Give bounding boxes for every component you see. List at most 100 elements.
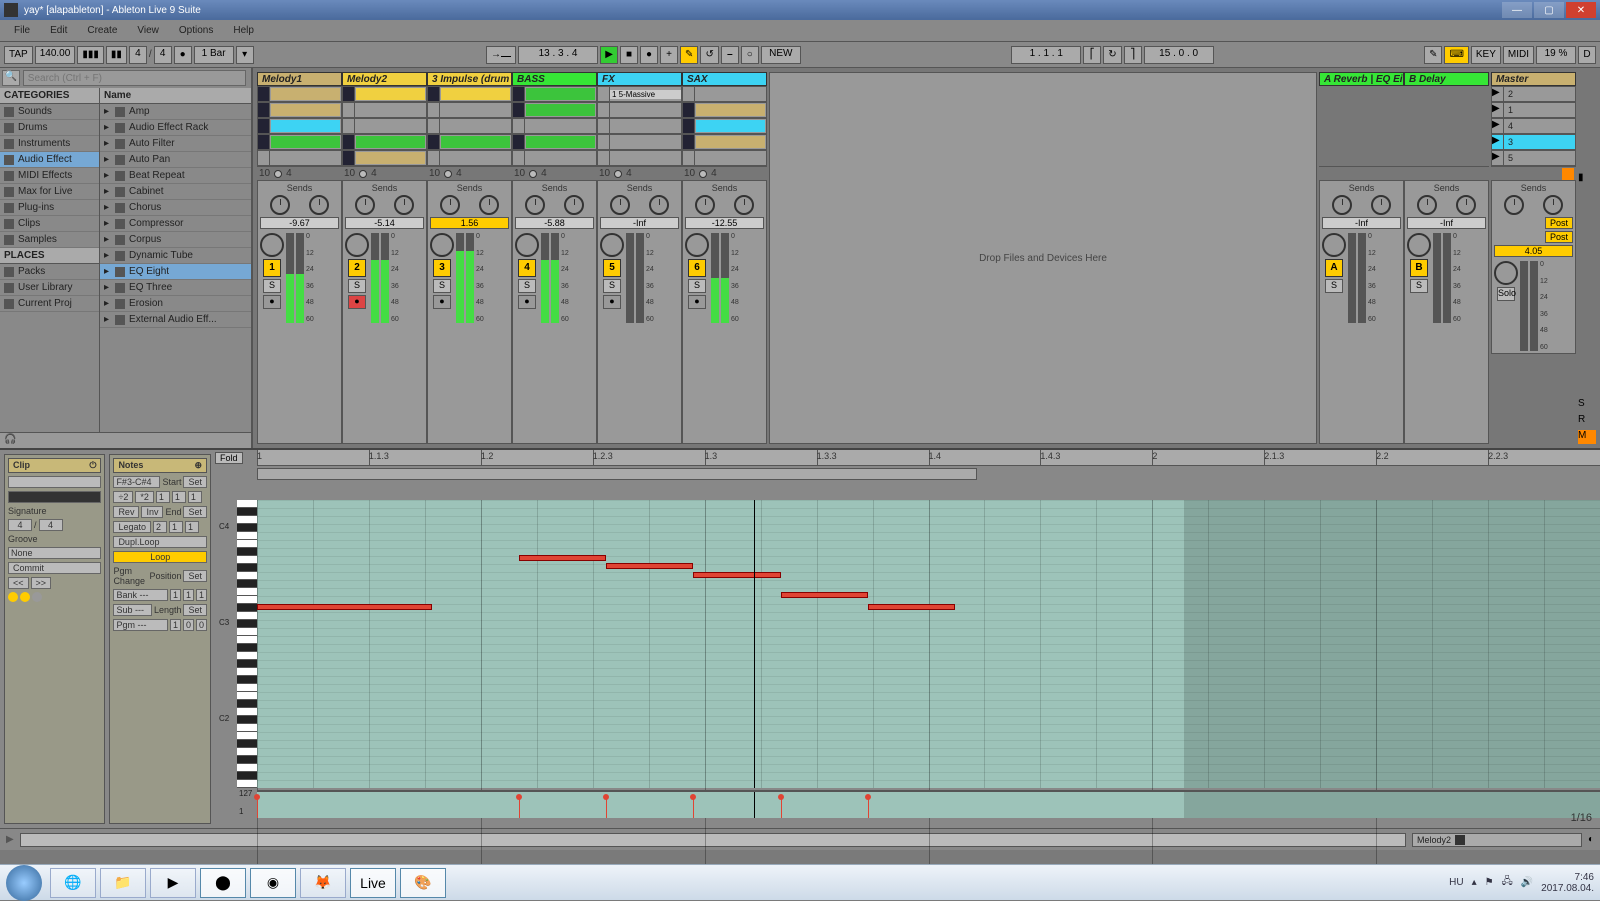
- clip-launch-icon[interactable]: [258, 151, 270, 165]
- track-activator[interactable]: A: [1325, 259, 1343, 277]
- velocity-lane[interactable]: [257, 790, 1600, 818]
- maximize-button[interactable]: ▢: [1534, 2, 1564, 18]
- nav-next-button[interactable]: >>: [31, 577, 52, 589]
- device-item[interactable]: ▸Audio Effect Rack: [100, 120, 251, 136]
- search-icon[interactable]: 🔍: [2, 70, 20, 86]
- clip-slot[interactable]: [512, 118, 597, 134]
- taskbar-steam-icon[interactable]: ◉: [250, 868, 296, 898]
- send-a-knob[interactable]: [355, 195, 375, 215]
- tray-network-icon[interactable]: 🖧: [1502, 874, 1513, 891]
- piano-keys[interactable]: C4C3C2: [237, 500, 257, 788]
- clip-overview[interactable]: Melody2: [1412, 833, 1582, 847]
- half-button[interactable]: ÷2: [113, 491, 133, 503]
- track-header[interactable]: 3 Impulse (drum: [427, 72, 512, 86]
- clip[interactable]: [271, 104, 340, 116]
- tempo-field[interactable]: 140.00: [35, 46, 76, 64]
- scene-launch-icon[interactable]: ▶: [1492, 87, 1504, 101]
- loop-brace[interactable]: [257, 468, 977, 480]
- legato-button[interactable]: Legato: [113, 521, 151, 533]
- notes-plus-icon[interactable]: ⊕: [194, 460, 202, 471]
- clip-slot[interactable]: [512, 134, 597, 150]
- nudge-up-icon[interactable]: ▮▮: [106, 46, 127, 64]
- io-bar[interactable]: 104: [682, 166, 767, 180]
- stop-all-icon[interactable]: [1562, 168, 1574, 180]
- volume-value[interactable]: -9.67: [260, 217, 339, 229]
- monitor-icon[interactable]: [274, 170, 282, 178]
- clip-launch-icon[interactable]: [683, 135, 695, 149]
- clip-launch-icon[interactable]: [343, 151, 355, 165]
- send-b-knob[interactable]: [1371, 195, 1391, 215]
- category-item[interactable]: Clips: [0, 216, 99, 232]
- post-button[interactable]: Post: [1545, 217, 1573, 229]
- arm-button[interactable]: ●: [603, 295, 621, 309]
- solo-button[interactable]: S: [1410, 279, 1428, 293]
- clip-launch-icon[interactable]: [513, 119, 525, 133]
- io-bar[interactable]: 104: [597, 166, 682, 180]
- clip-slot[interactable]: [682, 134, 767, 150]
- device-item[interactable]: ▸Erosion: [100, 296, 251, 312]
- send-b-knob[interactable]: [1456, 195, 1476, 215]
- taskbar-firefox-icon[interactable]: 🦊: [300, 868, 346, 898]
- arm-button[interactable]: ●: [433, 295, 451, 309]
- volume-value[interactable]: -Inf: [1322, 217, 1401, 229]
- track-activator[interactable]: 1: [263, 259, 281, 277]
- clip[interactable]: [441, 88, 510, 100]
- clip-slot[interactable]: [342, 150, 427, 166]
- midi-note[interactable]: [257, 604, 432, 610]
- invert-button[interactable]: Inv: [141, 506, 163, 518]
- menu-help[interactable]: Help: [223, 23, 264, 38]
- set-len-button[interactable]: Set: [183, 604, 207, 616]
- sig-den[interactable]: 4: [154, 46, 172, 64]
- len-bar[interactable]: 1: [170, 619, 181, 631]
- category-item[interactable]: Plug-ins: [0, 200, 99, 216]
- piano-key[interactable]: [237, 732, 257, 740]
- track-header[interactable]: BASS: [512, 72, 597, 86]
- note-grid[interactable]: [257, 500, 1600, 788]
- quantize-dropdown-icon[interactable]: ▾: [236, 46, 254, 64]
- metronome-icon[interactable]: ●: [174, 46, 192, 64]
- clip[interactable]: [356, 88, 425, 100]
- piano-key[interactable]: [237, 716, 257, 724]
- clip-launch-icon[interactable]: [343, 103, 355, 117]
- clip-slot[interactable]: [597, 118, 682, 134]
- clip-launch-icon[interactable]: [513, 87, 525, 101]
- key-map-button[interactable]: KEY: [1471, 46, 1501, 64]
- clock-time[interactable]: 7:46: [1541, 872, 1594, 883]
- io-bar[interactable]: 104: [512, 166, 597, 180]
- track-header[interactable]: B Delay: [1404, 72, 1489, 86]
- velocity-marker[interactable]: [868, 797, 869, 818]
- piano-key[interactable]: [237, 604, 257, 612]
- clip-launch-icon[interactable]: [598, 119, 610, 133]
- category-item[interactable]: Audio Effect: [0, 152, 99, 168]
- automation-arm-button[interactable]: ✎: [680, 46, 698, 64]
- send-a-knob[interactable]: [1504, 195, 1524, 215]
- punch-out-icon[interactable]: ⎤: [1124, 46, 1142, 64]
- taskbar-media-icon[interactable]: ▶: [150, 868, 196, 898]
- velocity-marker[interactable]: [693, 797, 694, 818]
- duploop-button[interactable]: Dupl.Loop: [113, 536, 207, 548]
- piano-key[interactable]: [237, 668, 257, 676]
- piano-key[interactable]: [237, 748, 257, 756]
- track-activator[interactable]: 4: [518, 259, 536, 277]
- clip-notes-icon[interactable]: [32, 592, 42, 602]
- volume-value[interactable]: -Inf: [1407, 217, 1486, 229]
- device-item[interactable]: ▸EQ Eight: [100, 264, 251, 280]
- velocity-marker[interactable]: [606, 797, 607, 818]
- track-activator[interactable]: 6: [688, 259, 706, 277]
- clip-slot[interactable]: [427, 134, 512, 150]
- device-item[interactable]: ▸External Audio Eff...: [100, 312, 251, 328]
- piano-key[interactable]: [237, 692, 257, 700]
- taskbar-live-icon[interactable]: Live: [350, 868, 396, 898]
- clip-slot[interactable]: [257, 86, 342, 102]
- piano-key[interactable]: [237, 756, 257, 764]
- clip-slot[interactable]: [342, 102, 427, 118]
- scene-slot[interactable]: ▶3: [1491, 134, 1576, 150]
- monitor-icon[interactable]: [699, 170, 707, 178]
- piano-key[interactable]: [237, 780, 257, 788]
- clip[interactable]: [271, 88, 340, 100]
- set-end-button[interactable]: Set: [183, 506, 207, 518]
- piano-key[interactable]: [237, 660, 257, 668]
- scene-launch-icon[interactable]: ▶: [1492, 119, 1504, 133]
- clip-name-field[interactable]: [8, 476, 101, 488]
- reenable-automation-icon[interactable]: ↺: [700, 46, 718, 64]
